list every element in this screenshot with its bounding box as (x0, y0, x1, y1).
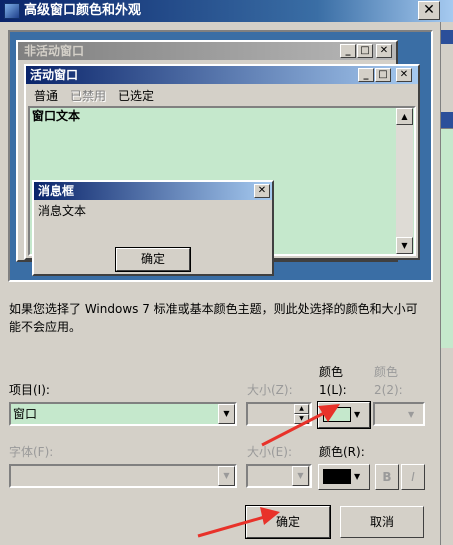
annotation-arrow-ok (197, 507, 280, 538)
annotation-arrows (197, 404, 340, 538)
annotation-arrow-color (261, 404, 340, 447)
